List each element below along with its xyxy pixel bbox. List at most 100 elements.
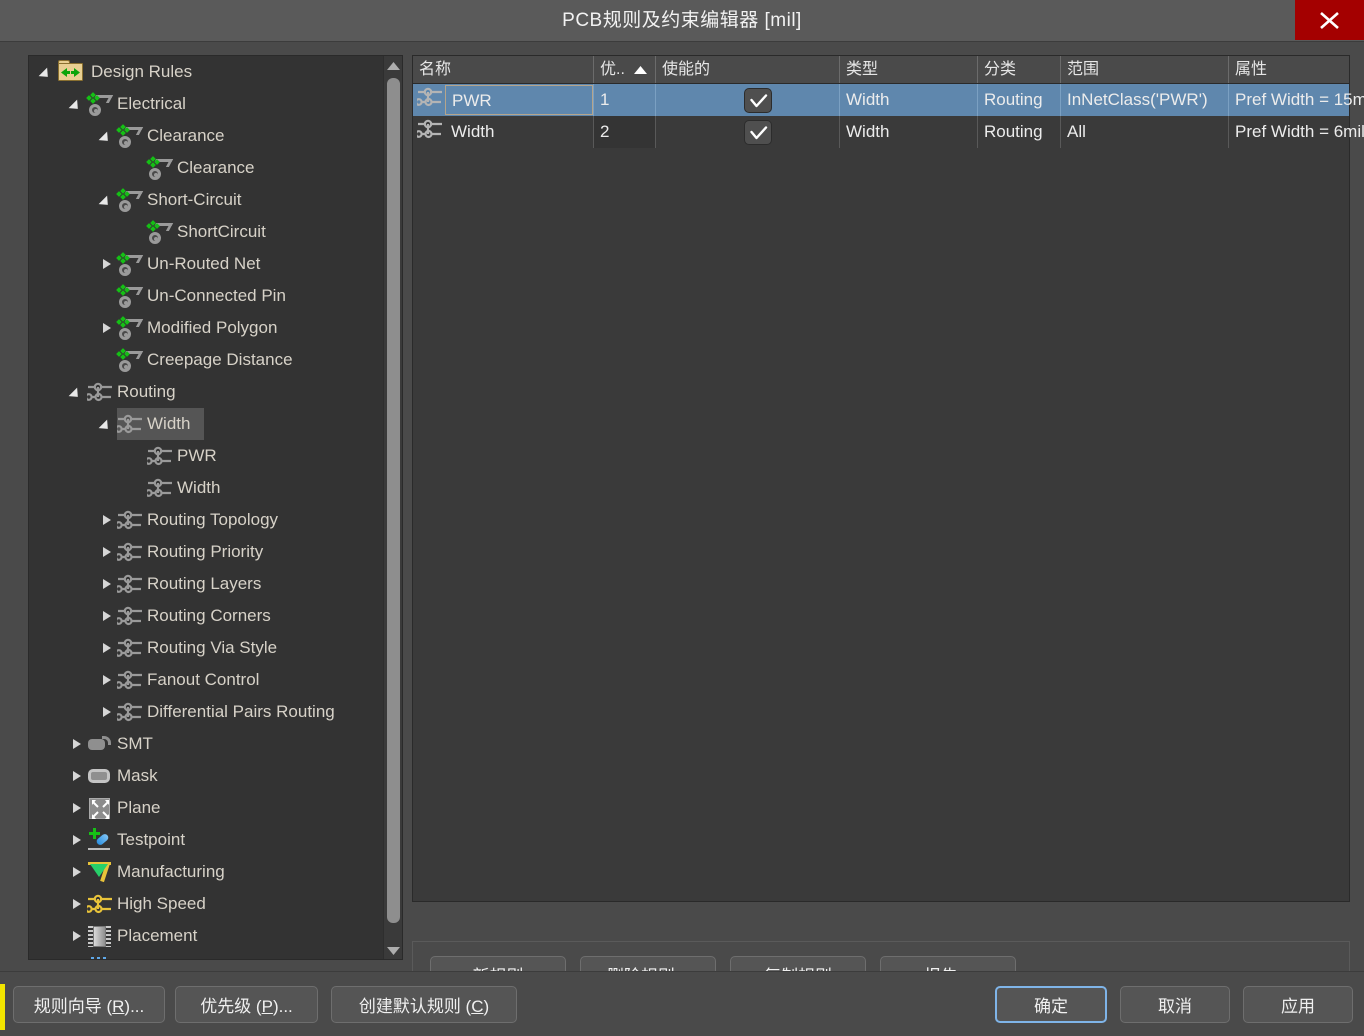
tree-item-pwr[interactable]: PWR xyxy=(29,440,385,472)
expand-collapse-open-icon[interactable] xyxy=(99,184,117,216)
expand-collapse-closed-icon[interactable] xyxy=(69,952,87,959)
enabled-checkbox[interactable] xyxy=(744,120,772,145)
tree-item-creepage-distance[interactable]: Creepage Distance xyxy=(29,344,385,376)
cell-name[interactable]: Width xyxy=(413,116,594,148)
expand-collapse-closed-icon[interactable] xyxy=(99,632,117,664)
cell-priority[interactable]: 2 xyxy=(594,116,656,148)
electrical-rule-icon xyxy=(86,91,114,117)
tree-item-high-speed[interactable]: High Speed xyxy=(29,888,385,920)
enabled-checkbox[interactable] xyxy=(744,88,772,113)
rule-wizard-button[interactable]: 规则向导 (R)... xyxy=(13,986,165,1023)
tree-item-clearance[interactable]: Clearance xyxy=(29,120,385,152)
tree-item-mask[interactable]: Mask xyxy=(29,760,385,792)
cell-name[interactable]: PWR xyxy=(413,84,594,116)
column-header-type[interactable]: 类型 xyxy=(840,56,978,83)
plane-rule-icon xyxy=(87,795,113,821)
column-header-label: 分类 xyxy=(984,61,1017,78)
cell-priority[interactable]: 1 xyxy=(594,84,656,116)
routing-rule-icon xyxy=(117,667,143,693)
expand-collapse-open-icon[interactable] xyxy=(39,56,57,88)
table-row[interactable]: PWR 1 Width Routing InNetClass('PWR') Pref Wi… xyxy=(413,84,1364,116)
tree-scrollbar[interactable] xyxy=(383,56,402,959)
tree-item-routing-via-style[interactable]: Routing Via Style xyxy=(29,632,385,664)
tree-item-un-routed-net[interactable]: Un-Routed Net xyxy=(29,248,385,280)
expand-collapse-closed-icon[interactable] xyxy=(69,824,87,856)
routing-rule-icon xyxy=(147,475,173,501)
checkmark-icon xyxy=(750,94,768,108)
tree-item-fanout-control[interactable]: Fanout Control xyxy=(29,664,385,696)
routing-rule-icon xyxy=(147,443,173,469)
tree-item-width[interactable]: Width xyxy=(29,408,385,440)
tree-item-differential-pairs-routing[interactable]: Differential Pairs Routing xyxy=(29,696,385,728)
expand-collapse-closed-icon[interactable] xyxy=(99,536,117,568)
expand-collapse-closed-icon[interactable] xyxy=(69,888,87,920)
tree-item-modified-polygon[interactable]: Modified Polygon xyxy=(29,312,385,344)
expand-collapse-closed-icon[interactable] xyxy=(69,920,87,952)
tree-item-label: Signal Integrity xyxy=(116,958,229,959)
expand-collapse-closed-icon[interactable] xyxy=(69,856,87,888)
tree-item-signal-integrity[interactable]: Signal Integrity xyxy=(29,952,385,959)
tree-item-routing-layers[interactable]: Routing Layers xyxy=(29,568,385,600)
tree-item-clearance[interactable]: Clearance xyxy=(29,152,385,184)
cell-enabled[interactable] xyxy=(656,84,840,116)
expand-collapse-closed-icon[interactable] xyxy=(69,728,87,760)
expand-collapse-closed-icon[interactable] xyxy=(69,760,87,792)
tree-item-plane[interactable]: Plane xyxy=(29,792,385,824)
tree-item-routing-corners[interactable]: Routing Corners xyxy=(29,600,385,632)
expand-collapse-open-icon[interactable] xyxy=(99,408,117,440)
scroll-up-button[interactable] xyxy=(384,56,402,74)
cancel-button[interactable]: 取消 xyxy=(1120,986,1230,1023)
table-row[interactable]: Width 2 Width Routing All Pref Width = 6mil xyxy=(413,116,1364,148)
testpoint-rule-icon xyxy=(87,827,113,853)
priorities-label: 优先级 (P)... xyxy=(200,997,293,1016)
tree-item-label: ShortCircuit xyxy=(177,222,266,241)
expand-collapse-closed-icon[interactable] xyxy=(99,696,117,728)
priorities-button[interactable]: 优先级 (P)... xyxy=(175,986,318,1023)
tree-item-shortcircuit[interactable]: ShortCircuit xyxy=(29,216,385,248)
expand-collapse-closed-icon[interactable] xyxy=(99,248,117,280)
close-button[interactable] xyxy=(1295,0,1364,40)
expand-collapse-open-icon[interactable] xyxy=(69,88,87,120)
sort-ascending-icon xyxy=(634,66,647,74)
tree-item-manufacturing[interactable]: Manufacturing xyxy=(29,856,385,888)
tree-item-width[interactable]: Width xyxy=(29,472,385,504)
tree-item-testpoint[interactable]: Testpoint xyxy=(29,824,385,856)
expand-collapse-open-icon[interactable] xyxy=(99,120,117,152)
expand-collapse-closed-icon[interactable] xyxy=(99,568,117,600)
tree-item-smt[interactable]: SMT xyxy=(29,728,385,760)
placement-rule-icon xyxy=(87,923,113,949)
tree-item-routing-topology[interactable]: Routing Topology xyxy=(29,504,385,536)
tree-item-short-circuit[interactable]: Short-Circuit xyxy=(29,184,385,216)
checkmark-icon xyxy=(750,126,768,140)
tree-item-label: PWR xyxy=(177,446,217,465)
close-x-icon xyxy=(1320,12,1339,29)
rule-name-value: Width xyxy=(451,122,495,141)
tree-item-routing-priority[interactable]: Routing Priority xyxy=(29,536,385,568)
expand-collapse-closed-icon[interactable] xyxy=(99,504,117,536)
scrollbar-thumb[interactable] xyxy=(387,78,400,923)
apply-button[interactable]: 应用 xyxy=(1243,986,1353,1023)
tree-item-design-rules[interactable]: Design Rules xyxy=(29,56,385,88)
column-header-attributes[interactable]: 属性 xyxy=(1229,56,1364,83)
column-header-scope[interactable]: 范围 xyxy=(1061,56,1229,83)
expand-collapse-closed-icon[interactable] xyxy=(99,600,117,632)
tree-item-routing[interactable]: Routing xyxy=(29,376,385,408)
column-header-priority[interactable]: 优.. xyxy=(594,56,656,83)
tree-item-electrical[interactable]: Electrical xyxy=(29,88,385,120)
design-rules-folder-icon xyxy=(57,59,87,85)
tree-scroll-area[interactable]: Design Rules Electrical Clearance Clearance… xyxy=(29,56,385,959)
tree-item-placement[interactable]: Placement xyxy=(29,920,385,952)
column-header-category[interactable]: 分类 xyxy=(978,56,1061,83)
column-header-name[interactable]: 名称 xyxy=(413,56,594,83)
column-header-enabled[interactable]: 使能的 xyxy=(656,56,840,83)
expand-collapse-open-icon[interactable] xyxy=(69,376,87,408)
create-default-button[interactable]: 创建默认规则 (C) xyxy=(331,986,517,1023)
tree-item-un-connected-pin[interactable]: Un-Connected Pin xyxy=(29,280,385,312)
expand-collapse-closed-icon[interactable] xyxy=(99,664,117,696)
scroll-down-button[interactable] xyxy=(384,941,402,959)
expand-collapse-closed-icon[interactable] xyxy=(99,312,117,344)
column-header-label: 优.. xyxy=(600,61,625,78)
expand-collapse-closed-icon[interactable] xyxy=(69,792,87,824)
cell-enabled[interactable] xyxy=(656,116,840,148)
ok-button[interactable]: 确定 xyxy=(995,986,1107,1023)
